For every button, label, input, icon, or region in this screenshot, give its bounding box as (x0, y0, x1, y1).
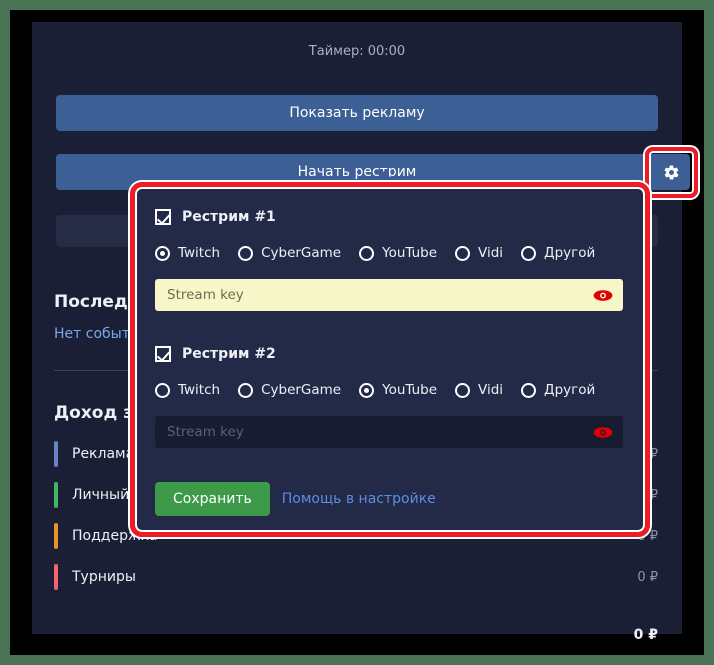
restream-2-platform-radios: Twitch CyberGame YouTube Vidi Другой (155, 380, 625, 400)
radio-option-label: YouTube (382, 382, 438, 398)
radio-icon[interactable] (359, 382, 375, 398)
radio-option-youtube[interactable]: YouTube (359, 245, 437, 261)
restream-settings-popup: Рестрим #1 Twitch CyberGame YouTube Vidi Дру… (130, 171, 650, 537)
radio-option-label: Twitch (178, 382, 221, 398)
save-button[interactable]: Сохранить (155, 482, 270, 516)
radio-option-label: YouTube (382, 245, 438, 261)
income-row-label: Реклама (72, 446, 135, 462)
restream-block-2: Рестрим #2 Twitch CyberGame YouTube Vidi Дру… (155, 344, 625, 448)
radio-icon[interactable] (238, 245, 254, 261)
radio-icon[interactable] (155, 382, 170, 398)
income-row-color-bar (54, 523, 58, 549)
radio-option-cybergame[interactable]: CyberGame (238, 382, 341, 398)
income-row-label: Личный (72, 487, 130, 503)
income-row-label: Турниры (72, 569, 136, 585)
income-row: Турниры 0 ₽ (54, 557, 658, 597)
radio-option-другой[interactable]: Другой (521, 382, 595, 398)
restream-settings-gear-button[interactable] (652, 154, 690, 190)
radio-option-twitch[interactable]: Twitch (155, 382, 220, 398)
popup-arrow (373, 171, 395, 182)
income-total-value: 0 ₽ (633, 627, 658, 643)
checkbox-icon[interactable] (155, 209, 171, 225)
radio-icon[interactable] (455, 245, 471, 261)
gear-icon (664, 164, 678, 180)
help-link[interactable]: Помощь в настройке (282, 491, 436, 507)
restream-2-key-input[interactable] (155, 424, 589, 440)
restream-1-key-input[interactable] (155, 287, 589, 303)
eye-icon[interactable] (589, 416, 617, 448)
restream-2-key-field[interactable] (155, 416, 623, 448)
radio-option-cybergame[interactable]: CyberGame (238, 245, 341, 261)
streamer-dashboard-panel: Таймер: 00:00 Показать рекламу Начать ре… (32, 22, 698, 643)
checkbox-icon[interactable] (155, 346, 171, 362)
radio-option-label: CyberGame (261, 382, 342, 398)
radio-option-vidi[interactable]: Vidi (455, 245, 503, 261)
income-row-color-bar (54, 441, 58, 467)
radio-option-vidi[interactable]: Vidi (455, 382, 503, 398)
restream-settings-body: Рестрим #1 Twitch CyberGame YouTube Vidi Дру… (135, 187, 645, 532)
income-row-color-bar (54, 482, 58, 508)
radio-option-label: Другой (544, 382, 596, 398)
radio-option-label: Twitch (178, 245, 221, 261)
radio-option-другой[interactable]: Другой (521, 245, 595, 261)
radio-icon[interactable] (521, 382, 537, 398)
timer-label: Таймер: 00:00 (308, 44, 406, 59)
restream-2-label: Рестрим #2 (182, 346, 276, 362)
restream-1-key-field[interactable] (155, 279, 623, 311)
radio-option-label: Другой (544, 245, 596, 261)
radio-option-label: Vidi (478, 245, 504, 261)
popup-footer: Сохранить Помощь в настройке (155, 482, 436, 516)
income-row-color-bar (54, 564, 58, 590)
restream-block-1: Рестрим #1 Twitch CyberGame YouTube Vidi Дру… (155, 207, 625, 311)
radio-option-youtube[interactable]: YouTube (359, 382, 437, 398)
radio-icon[interactable] (155, 245, 170, 261)
eye-icon[interactable] (589, 279, 617, 311)
restream-2-checkbox-row[interactable]: Рестрим #2 (155, 344, 625, 364)
radio-icon[interactable] (238, 382, 254, 398)
radio-option-twitch[interactable]: Twitch (155, 245, 220, 261)
restream-1-label: Рестрим #1 (182, 209, 276, 225)
radio-icon[interactable] (521, 245, 537, 261)
radio-option-label: CyberGame (261, 245, 342, 261)
restream-1-platform-radios: Twitch CyberGame YouTube Vidi Другой (155, 243, 625, 263)
income-row-value: 0 ₽ (637, 569, 658, 585)
show-ads-button[interactable]: Показать рекламу (56, 95, 658, 131)
restream-1-checkbox-row[interactable]: Рестрим #1 (155, 207, 625, 227)
radio-option-label: Vidi (478, 382, 504, 398)
radio-icon[interactable] (455, 382, 471, 398)
radio-icon[interactable] (359, 245, 375, 261)
